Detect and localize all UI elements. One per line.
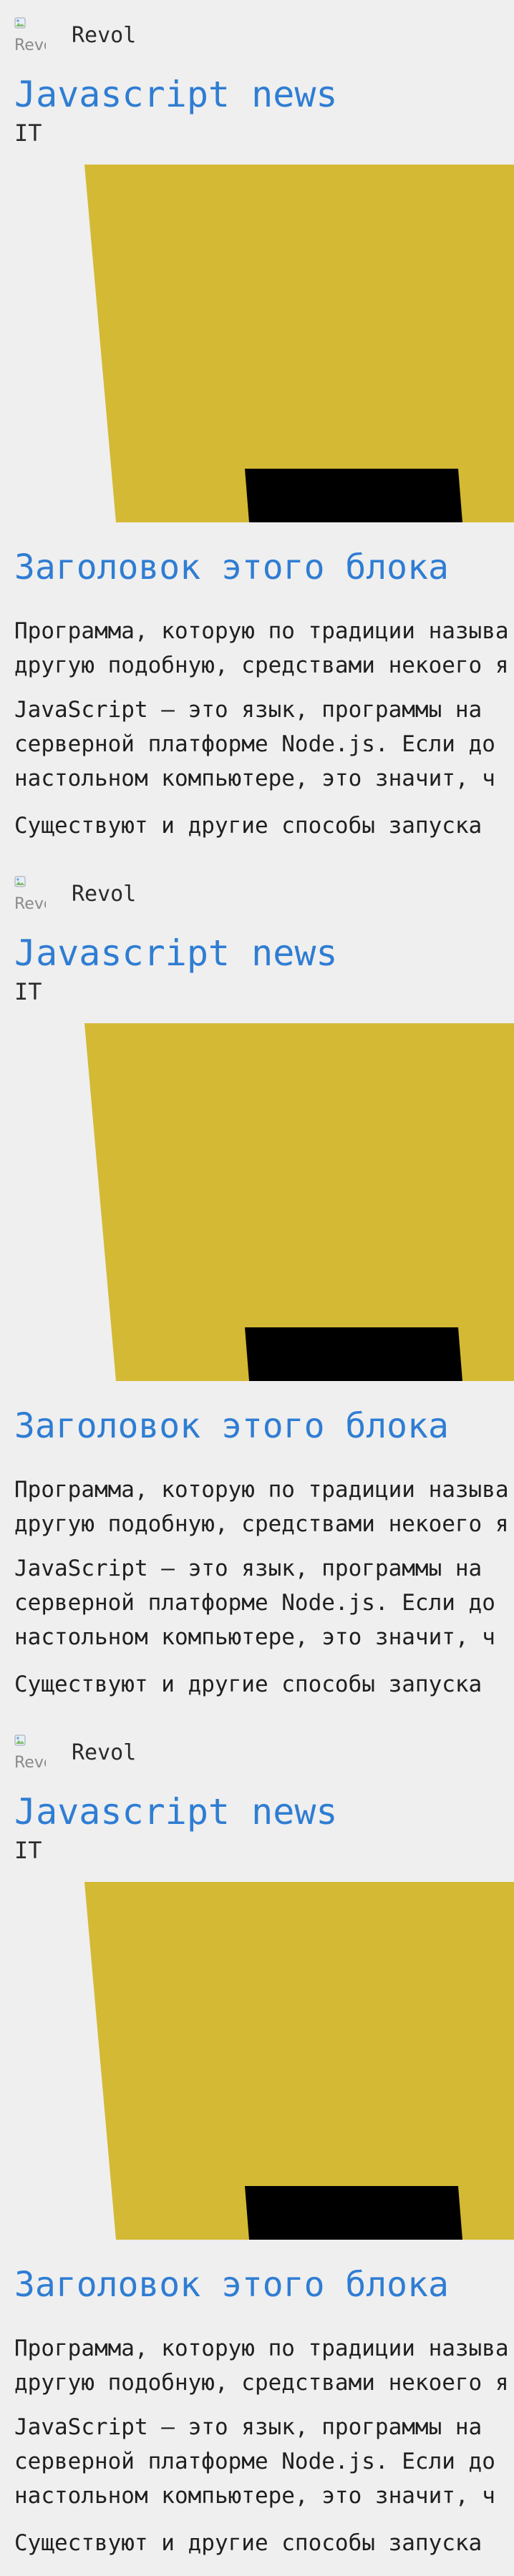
text-line: Программа, которую по традиции называ	[14, 1477, 509, 1503]
text-line: настольном компьютере, это значит, ч	[14, 1624, 495, 1650]
post-category[interactable]: IT	[14, 117, 42, 149]
hero-image	[84, 1023, 514, 1381]
broken-image-icon	[14, 876, 26, 887]
text-line: Существуют и другие способы запуска	[14, 813, 483, 839]
paragraph-intro: Программа, которую по традиции называ др…	[14, 1473, 509, 1541]
logo-dark-shape	[245, 469, 462, 522]
author-name[interactable]: Revol	[72, 1740, 136, 1766]
text-line: другую подобную, средствами некоего я	[14, 1511, 509, 1537]
news-post: Revol Revol Javascript news IT Заголовок…	[0, 1717, 514, 2576]
avatar[interactable]: Revol	[14, 873, 46, 916]
post-title[interactable]: Javascript news	[14, 72, 338, 117]
text-line: Существуют и другие способы запуска	[14, 1672, 483, 1697]
text-line: Существуют и другие способы запуска	[14, 2530, 483, 2556]
avatar[interactable]: Revol	[14, 1732, 46, 1775]
paragraph-other-ways: Существуют и другие способы запуска	[14, 1667, 482, 1702]
text-line: настольном компьютере, это значит, ч	[14, 766, 495, 791]
author[interactable]: Revol Revol	[14, 14, 136, 57]
news-post: Revol Revol Javascript news IT Заголовок…	[0, 0, 514, 859]
paragraph-javascript: JavaScript — это язык, программы на серв…	[14, 1551, 495, 1654]
author[interactable]: Revol Revol	[14, 1732, 136, 1775]
avatar-alt-text: Revol	[14, 36, 46, 54]
post-title[interactable]: Javascript news	[14, 1789, 338, 1835]
block-title: Заголовок этого блока	[14, 2265, 449, 2305]
paragraph-javascript: JavaScript — это язык, программы на серв…	[14, 2410, 495, 2513]
broken-image-icon	[14, 17, 26, 29]
block-title: Заголовок этого блока	[14, 547, 449, 587]
logo-dark-shape	[245, 2186, 462, 2240]
post-category[interactable]: IT	[14, 976, 42, 1008]
paragraph-intro: Программа, которую по традиции называ др…	[14, 2331, 509, 2400]
text-line: JavaScript — это язык, программы на	[14, 697, 483, 723]
text-line: настольном компьютере, это значит, ч	[14, 2483, 495, 2509]
paragraph-other-ways: Существуют и другие способы запуска	[14, 809, 482, 843]
paragraph-intro: Программа, которую по традиции называ др…	[14, 614, 509, 683]
avatar-alt-text: Revol	[14, 1754, 46, 1772]
text-line: серверной платформе Node.js. Если до	[14, 731, 495, 757]
author-name[interactable]: Revol	[72, 882, 136, 907]
avatar-alt-text: Revol	[14, 895, 46, 913]
text-line: JavaScript — это язык, программы на	[14, 1556, 483, 1581]
text-line: Программа, которую по традиции называ	[14, 2336, 509, 2361]
hero-image	[84, 1882, 514, 2240]
text-line: серверной платформе Node.js. Если до	[14, 1590, 495, 1616]
text-line: другую подобную, средствами некоего я	[14, 2370, 509, 2396]
block-title: Заголовок этого блока	[14, 1406, 449, 1446]
broken-image-icon	[14, 1735, 26, 1746]
hero-image	[84, 165, 514, 522]
author[interactable]: Revol Revol	[14, 873, 136, 916]
news-post: Revol Revol Javascript news IT Заголовок…	[0, 859, 514, 1717]
author-name[interactable]: Revol	[72, 23, 136, 49]
paragraph-javascript: JavaScript — это язык, программы на серв…	[14, 693, 495, 796]
text-line: Программа, которую по традиции называ	[14, 618, 509, 644]
text-line: серверной платформе Node.js. Если до	[14, 2449, 495, 2474]
post-category[interactable]: IT	[14, 1835, 42, 1866]
avatar[interactable]: Revol	[14, 14, 46, 57]
post-title[interactable]: Javascript news	[14, 930, 338, 976]
paragraph-other-ways: Существуют и другие способы запуска	[14, 2526, 482, 2560]
text-line: другую подобную, средствами некоего я	[14, 653, 509, 678]
text-line: JavaScript — это язык, программы на	[14, 2414, 483, 2440]
logo-dark-shape	[245, 1327, 462, 1381]
